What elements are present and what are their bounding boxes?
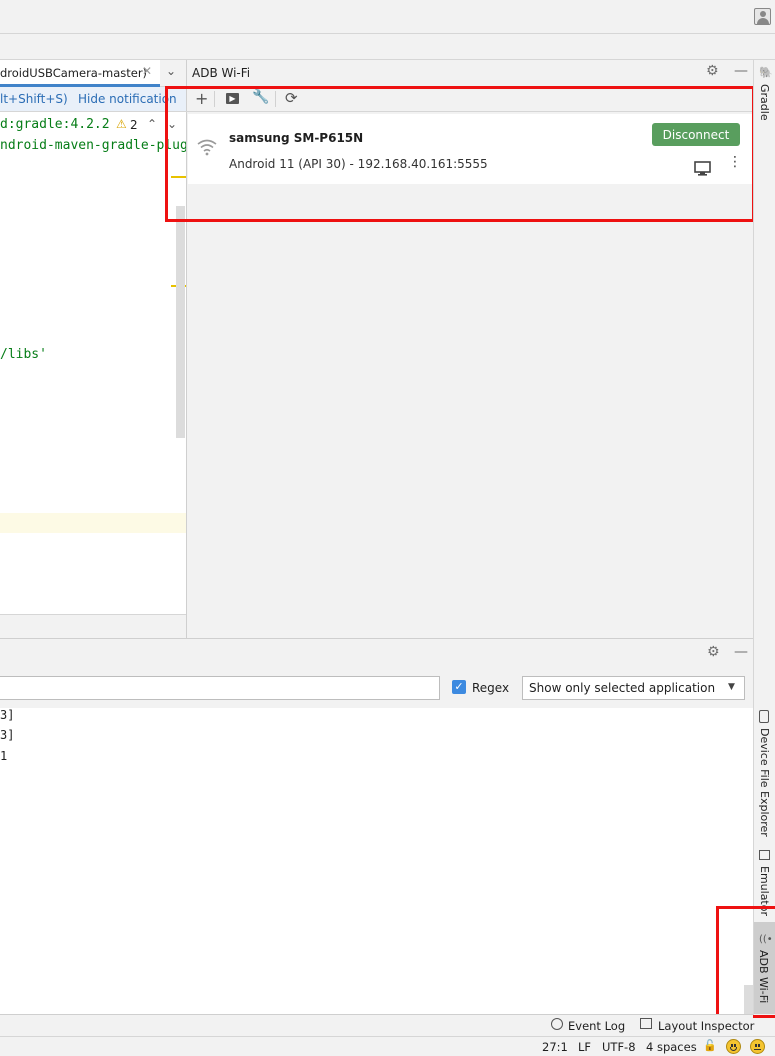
user-avatar-icon[interactable]: [754, 8, 771, 25]
minimize-icon[interactable]: —: [734, 644, 748, 660]
gear-icon[interactable]: ⚙: [706, 63, 719, 79]
device-file-explorer-tool-button[interactable]: Device File Explorer: [758, 728, 771, 837]
editor-scrollbar[interactable]: [176, 206, 185, 438]
main-toolbar: [0, 0, 775, 34]
status-bar: 27:1 LF UTF-8 4 spaces 🔓: [0, 1036, 775, 1056]
device-file-explorer-icon: [759, 710, 769, 723]
warning-icon: ⚠: [116, 117, 127, 131]
hide-notification-link[interactable]: Hide notification: [78, 92, 177, 106]
lock-icon[interactable]: 🔓: [703, 1039, 717, 1052]
layout-inspector-icon: [640, 1018, 652, 1029]
logcat-output[interactable]: 3] 3] 1: [0, 708, 753, 1014]
indent-setting[interactable]: 4 spaces: [646, 1040, 697, 1054]
log-line: 3]: [0, 708, 15, 722]
highlight-box: [165, 86, 755, 222]
code-line: ndroid-maven-gradle-plug: [0, 138, 188, 153]
notification-shortcut[interactable]: lt+Shift+S): [0, 92, 68, 106]
highlight-box: [716, 906, 775, 1018]
feedback-neutral-icon[interactable]: [750, 1039, 765, 1054]
chevron-down-icon: ▼: [728, 682, 735, 692]
regex-label: Regex: [472, 681, 510, 695]
editor-tab[interactable]: droidUSBCamera-master) ✕: [0, 60, 160, 87]
close-icon[interactable]: ✕: [142, 64, 152, 78]
adb-wifi-header: ADB Wi-Fi ⚙ —: [186, 60, 753, 86]
navigation-bar: [0, 34, 775, 60]
logcat-header: ⚙ —: [0, 638, 753, 666]
logcat-search-input[interactable]: [0, 676, 440, 700]
notification-bar: lt+Shift+S) Hide notification: [0, 87, 186, 112]
caret-position[interactable]: 27:1: [542, 1040, 568, 1054]
previous-highlight-icon[interactable]: ⌃: [147, 117, 157, 131]
editor-tab-label: droidUSBCamera-master): [0, 66, 148, 80]
gradle-tool-button[interactable]: Gradle: [758, 84, 771, 121]
editor-breadcrumb-bar: [0, 614, 186, 637]
tabs-dropdown-icon[interactable]: ⌄: [166, 64, 176, 78]
gear-icon[interactable]: ⚙: [707, 644, 720, 660]
feedback-happy-icon[interactable]: [726, 1039, 741, 1054]
event-log-tool-button[interactable]: Event Log: [568, 1019, 625, 1033]
caret-row: [0, 513, 186, 533]
event-log-icon: [551, 1018, 563, 1030]
bottom-tool-bar: Event Log Layout Inspector: [0, 1014, 754, 1036]
file-encoding[interactable]: UTF-8: [602, 1040, 636, 1054]
minimize-icon[interactable]: —: [734, 63, 748, 79]
emulator-icon: [759, 850, 770, 860]
log-line: 3]: [0, 728, 15, 742]
line-ending[interactable]: LF: [578, 1040, 591, 1054]
app-filter-value: Show only selected application: [529, 681, 716, 695]
log-line: 1: [0, 749, 8, 763]
adb-wifi-title: ADB Wi-Fi: [192, 66, 251, 80]
gradle-icon: 🐘: [759, 66, 773, 79]
code-line: /libs': [0, 347, 47, 362]
regex-checkbox[interactable]: ✓: [452, 680, 466, 694]
layout-inspector-tool-button[interactable]: Layout Inspector: [658, 1019, 754, 1033]
code-line: d:gradle:4.2.2: [0, 117, 110, 132]
warning-count: 2: [130, 118, 138, 132]
app-filter-select[interactable]: Show only selected application ▼: [522, 676, 745, 700]
